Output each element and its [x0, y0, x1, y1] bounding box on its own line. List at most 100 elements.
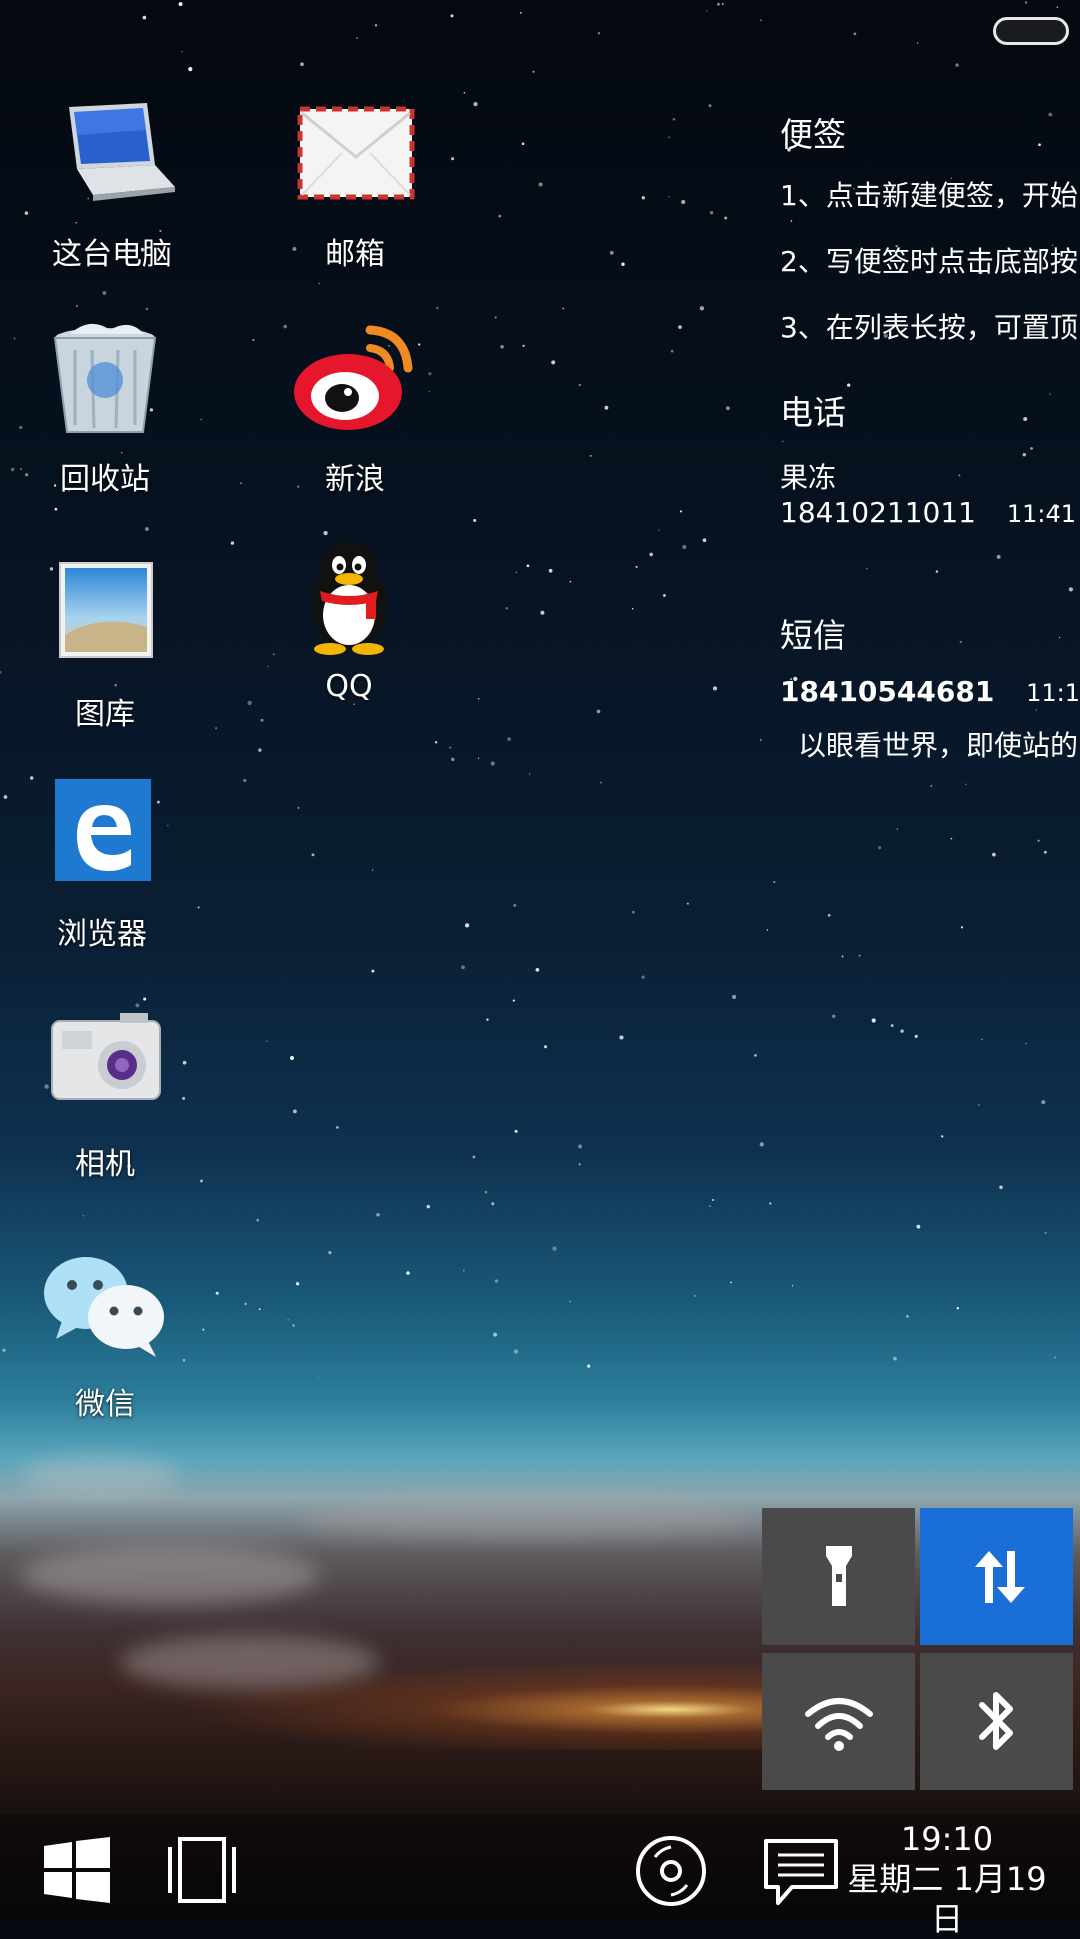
desktop-icon-recycle-bin[interactable]: 回收站 — [20, 320, 190, 498]
star — [578, 1163, 581, 1166]
star — [992, 852, 996, 857]
star — [145, 307, 149, 311]
star — [827, 913, 831, 917]
star — [916, 1224, 921, 1229]
sms-number: 18410544681 — [780, 675, 995, 708]
data-sync-icon — [974, 1550, 1025, 1603]
message-icon[interactable] — [762, 1837, 840, 1909]
star — [3, 795, 8, 799]
star — [318, 282, 320, 285]
star — [477, 698, 480, 700]
star — [200, 1179, 203, 1183]
photo-icon — [59, 562, 153, 658]
star — [434, 741, 438, 744]
star — [699, 306, 705, 311]
star — [552, 1246, 557, 1251]
star — [513, 903, 517, 907]
star — [956, 1306, 960, 1310]
star — [200, 418, 202, 421]
desktop-icon-wechat[interactable]: 微信 — [20, 1245, 190, 1423]
star — [512, 999, 515, 1002]
star — [252, 338, 255, 342]
flashlight-icon — [825, 1545, 852, 1606]
disc-icon[interactable] — [635, 1835, 707, 1907]
call-time: 11:41 — [1006, 500, 1077, 528]
star — [769, 1202, 772, 1205]
star — [759, 1142, 764, 1147]
star — [540, 610, 545, 615]
star — [686, 902, 689, 905]
sms-preview: 以眼看世界，即使站的 — [798, 729, 1079, 762]
note-item[interactable]: 3、在列表长按，可置顶 — [780, 306, 1080, 346]
star — [632, 910, 635, 914]
icon-label: 图库 — [75, 697, 135, 732]
desktop-icon-mail[interactable]: 邮箱 — [270, 95, 440, 273]
star — [311, 853, 315, 857]
wechat-icon — [44, 1257, 164, 1357]
desktop-icon-gallery[interactable]: 图库 — [20, 555, 190, 733]
sms-title[interactable]: 短信 — [780, 609, 1080, 657]
star — [597, 32, 601, 35]
star — [760, 19, 762, 22]
star — [528, 773, 531, 775]
star — [371, 969, 375, 973]
taskbar: 19:10 星期二 1月19日 — [0, 1815, 1080, 1938]
desktop-icon-weibo[interactable]: 新浪 — [270, 320, 440, 498]
desktop-icon-camera[interactable]: 相机 — [20, 1005, 190, 1183]
star — [526, 564, 530, 568]
star — [538, 182, 543, 187]
star — [215, 1291, 219, 1295]
icon-label: 邮箱 — [325, 237, 385, 272]
clock[interactable]: 19:10 星期二 1月19日 — [832, 1815, 1062, 1939]
star — [449, 746, 452, 749]
flashlight-tile[interactable] — [762, 1508, 915, 1645]
task-view-icon[interactable] — [166, 1835, 238, 1905]
star — [243, 778, 247, 783]
note-item[interactable]: 1、点击新建便签，开始 — [780, 174, 1080, 214]
star — [853, 32, 857, 36]
star — [145, 527, 149, 531]
star — [1044, 850, 1047, 854]
star — [102, 291, 107, 295]
star — [317, 1377, 319, 1379]
clock-date: 星期二 1月19日 — [847, 1860, 1047, 1938]
camera-icon — [51, 1013, 161, 1100]
call-entry[interactable]: 果冻 18410211011 11:41 — [780, 456, 1080, 529]
star — [670, 349, 674, 353]
bluetooth-tile[interactable] — [920, 1653, 1073, 1790]
wifi-tile[interactable] — [762, 1653, 915, 1790]
star — [694, 1295, 696, 1297]
bluetooth-icon — [978, 1691, 1013, 1750]
star — [490, 761, 495, 766]
star — [356, 37, 358, 39]
star — [672, 117, 676, 121]
star — [197, 906, 200, 909]
star — [82, 1215, 85, 1217]
star — [426, 1204, 431, 1209]
note-item[interactable]: 2、写便签时点击底部按 — [780, 240, 1080, 280]
desktop-icon-this-pc[interactable]: 这台电脑 — [27, 95, 197, 273]
star — [604, 405, 609, 410]
star — [1056, 6, 1059, 8]
star — [709, 1205, 712, 1208]
star — [955, 63, 959, 67]
recycle-bin-icon — [53, 323, 157, 433]
star — [609, 250, 614, 255]
calls-title[interactable]: 电话 — [780, 386, 1080, 434]
windows-logo-icon[interactable] — [44, 1837, 112, 1903]
widget-toggle-button[interactable] — [993, 17, 1069, 45]
star — [521, 142, 525, 146]
notes-title[interactable]: 便签 — [780, 108, 1080, 156]
star — [841, 955, 844, 958]
data-sync-tile[interactable] — [920, 1508, 1073, 1645]
star — [486, 1018, 489, 1021]
star — [500, 344, 504, 349]
star — [978, 1104, 980, 1106]
star — [76, 305, 78, 307]
desktop-icon-qq[interactable]: QQ — [264, 535, 434, 704]
icon-label: 这台电脑 — [52, 237, 172, 272]
sms-entry[interactable]: 18410544681 11:17 以眼看世界，即使站的 — [780, 675, 1080, 764]
desktop-icon-browser[interactable]: 浏览器 — [17, 775, 187, 953]
star — [494, 1279, 499, 1283]
star — [682, 545, 687, 549]
